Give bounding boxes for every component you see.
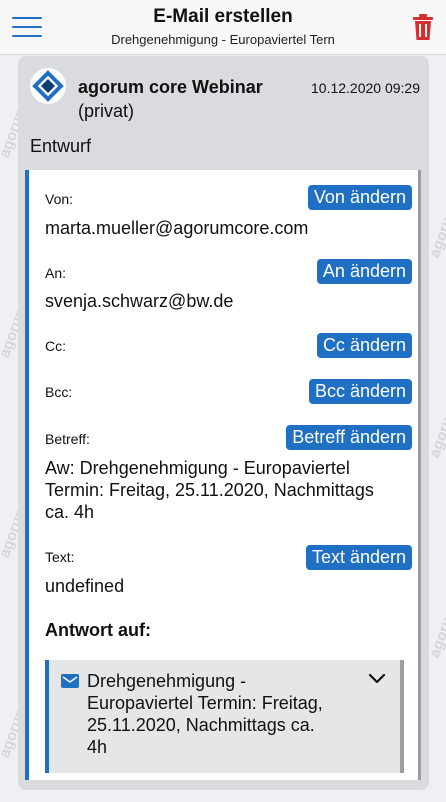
change-from-button[interactable]: Von ändern — [307, 185, 412, 210]
subject-value-line-3: ca. 4h — [45, 502, 95, 522]
reply-subject-line-4: 4h — [87, 737, 108, 757]
trash-icon[interactable] — [412, 13, 434, 41]
change-text-button[interactable]: Text ändern — [305, 545, 412, 570]
agorum-logo-icon — [30, 68, 66, 104]
status-label: Entwurf — [30, 136, 92, 156]
change-subject-button[interactable]: Betreff ändern — [286, 425, 412, 450]
reply-to-subject: Drehgenehmigung - Europaviertel Termin: … — [87, 670, 347, 758]
text-label: Text: — [45, 549, 75, 565]
sender-scope: (privat) — [78, 101, 135, 121]
from-value: marta.mueller@agorumcore.com — [45, 218, 309, 238]
chevron-down-icon[interactable] — [368, 672, 386, 686]
reply-subject-line-3: 25.11.2020, Nachmittags ca. — [87, 715, 315, 735]
reply-subject-line-2: Europaviertel Termin: Freitag, — [87, 693, 323, 713]
email-fields-panel: Von: Von ändern marta.mueller@agorumcore… — [25, 170, 421, 780]
reply-to-heading: Antwort auf: — [45, 620, 151, 640]
to-label: An: — [45, 265, 67, 281]
change-bcc-button[interactable]: Bcc ändern — [308, 379, 412, 404]
bcc-label: Bcc: — [45, 384, 73, 400]
hamburger-icon[interactable] — [12, 17, 42, 37]
cc-label: Cc: — [45, 338, 66, 354]
to-value: svenja.schwarz@bw.de — [45, 291, 234, 311]
mail-icon — [61, 674, 79, 688]
change-cc-button[interactable]: Cc ändern — [316, 333, 412, 358]
reply-subject-line-1: Drehgenehmigung - — [87, 671, 247, 691]
subject-label: Betreff: — [45, 431, 90, 447]
app-header: E-Mail erstellen Drehgenehmigung - Europ… — [0, 0, 446, 55]
sender-name: agorum core Webinar — [78, 77, 263, 97]
text-value: undefined — [45, 576, 125, 596]
from-label: Von: — [45, 191, 74, 207]
email-card: agorum core Webinar (privat) 10.12.2020 … — [18, 56, 429, 790]
subject-value-line-1: Aw: Drehgenehmigung - Europaviertel — [45, 458, 350, 478]
reply-to-email-item[interactable]: Drehgenehmigung - Europaviertel Termin: … — [45, 660, 404, 773]
change-to-button[interactable]: An ändern — [316, 259, 412, 284]
subject-value-line-2: Termin: Freitag, 25.11.2020, Nachmittags — [45, 480, 374, 500]
email-date: 10.12.2020 09:29 — [311, 80, 420, 96]
page-title: E-Mail erstellen — [153, 6, 293, 27]
page-subtitle: Drehgenehmigung - Europaviertel Tern — [111, 32, 335, 47]
